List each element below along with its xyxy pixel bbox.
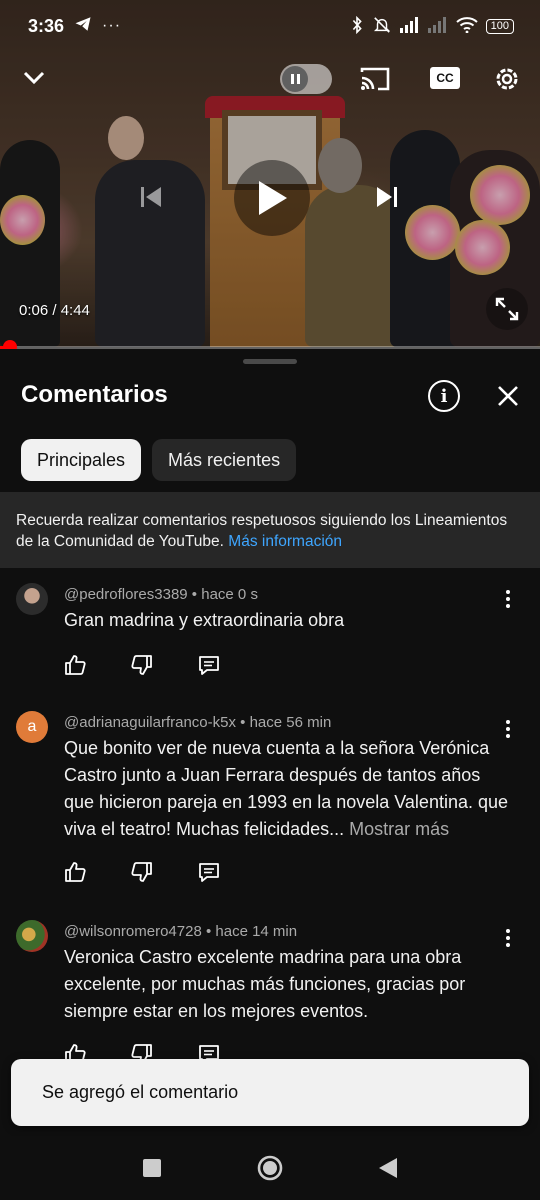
thumbs-down-icon	[131, 862, 152, 882]
signal-icon	[427, 16, 448, 36]
comment-meta: @pedroflores3389 • hace 0 s	[64, 586, 258, 603]
comment-author[interactable]: @adrianaguilarfranco-k5x	[64, 714, 236, 731]
guidelines-notice: Recuerda realizar comentarios respetuoso…	[0, 492, 540, 568]
reply-icon	[199, 656, 219, 675]
comment-meta: @wilsonromero4728 • hace 14 min	[64, 923, 298, 940]
next-button[interactable]	[372, 180, 402, 214]
system-nav-bar	[0, 1136, 540, 1200]
pause-icon	[282, 66, 308, 92]
avatar[interactable]: a	[16, 711, 48, 743]
home-circle-icon	[257, 1155, 283, 1181]
battery-icon: 100	[485, 18, 514, 34]
comment-actions	[62, 652, 222, 678]
skip-next-icon	[377, 187, 397, 207]
signal-icon	[399, 16, 420, 36]
recents-button[interactable]	[138, 1154, 166, 1182]
dislike-button[interactable]	[129, 859, 155, 885]
chip-principales[interactable]: Principales	[21, 439, 142, 481]
dislike-button[interactable]	[129, 652, 155, 678]
autoplay-toggle[interactable]	[280, 64, 332, 94]
comment-actions	[62, 859, 222, 885]
minimize-button[interactable]	[18, 62, 50, 94]
cast-button[interactable]	[358, 62, 392, 96]
play-button[interactable]	[234, 160, 310, 236]
back-button[interactable]	[374, 1154, 402, 1182]
reply-button[interactable]	[196, 652, 222, 678]
fullscreen-button[interactable]	[486, 288, 528, 330]
fullscreen-icon	[495, 297, 519, 321]
comment-author[interactable]: @wilsonromero4728	[64, 923, 202, 940]
home-button[interactable]	[256, 1154, 284, 1182]
play-icon	[259, 181, 287, 215]
sort-chips: Principales Más recientes	[21, 439, 297, 481]
drag-handle[interactable]	[243, 359, 297, 364]
bluetooth-icon	[350, 15, 364, 37]
comment-time: hace 0 s	[201, 586, 258, 603]
comment-time: hace 14 min	[215, 923, 298, 940]
settings-button[interactable]	[490, 62, 524, 96]
skip-previous-icon	[141, 187, 161, 207]
avatar[interactable]	[16, 920, 48, 952]
chevron-down-icon	[23, 71, 45, 85]
like-button[interactable]	[62, 859, 88, 885]
thumbs-down-icon	[131, 655, 152, 675]
reply-button[interactable]	[196, 859, 222, 885]
captions-button[interactable]: CC	[430, 67, 460, 89]
info-icon[interactable]: i	[428, 380, 460, 412]
wifi-icon	[455, 16, 478, 36]
video-timecode: 0:06 / 4:44	[19, 302, 90, 319]
status-bar: 3:36 ··· 100	[0, 0, 540, 52]
panel-title: Comentarios	[21, 381, 168, 408]
comment-meta: @adrianaguilarfranco-k5x • hace 56 min	[64, 714, 332, 731]
mute-icon	[372, 16, 392, 37]
previous-button[interactable]	[136, 180, 166, 214]
more-dots-icon: ···	[102, 17, 122, 34]
snackbar-toast: Se agregó el comentario	[11, 1059, 529, 1126]
more-info-link[interactable]: Más información	[228, 533, 342, 550]
square-icon	[143, 1159, 161, 1177]
status-time: 3:36	[28, 15, 65, 36]
back-triangle-icon	[379, 1158, 397, 1178]
comment-author[interactable]: @pedroflores3389	[64, 586, 188, 603]
comment-text: Veronica Castro excelente madrina para u…	[64, 947, 466, 1021]
show-more-link[interactable]: Mostrar más	[349, 819, 449, 839]
gear-icon	[496, 68, 518, 90]
comment-time: hace 56 min	[249, 714, 332, 731]
comment-text: Gran madrina y extraordinaria obra	[64, 610, 345, 630]
comment-text: Que bonito ver de nueva cuenta a la seño…	[64, 735, 514, 843]
toast-text: Se agregó el comentario	[42, 1082, 239, 1102]
video-player[interactable]: CC 0:06 / 4:44	[0, 0, 540, 347]
close-button[interactable]	[494, 382, 522, 410]
avatar[interactable]	[16, 583, 48, 615]
close-icon	[498, 386, 518, 406]
cast-icon	[360, 67, 390, 91]
chip-mas-recientes[interactable]: Más recientes	[152, 439, 297, 481]
thumbs-up-icon	[65, 655, 86, 675]
like-button[interactable]	[62, 652, 88, 678]
thumbs-up-icon	[65, 862, 86, 882]
telegram-icon	[74, 16, 92, 37]
reply-icon	[199, 863, 219, 882]
